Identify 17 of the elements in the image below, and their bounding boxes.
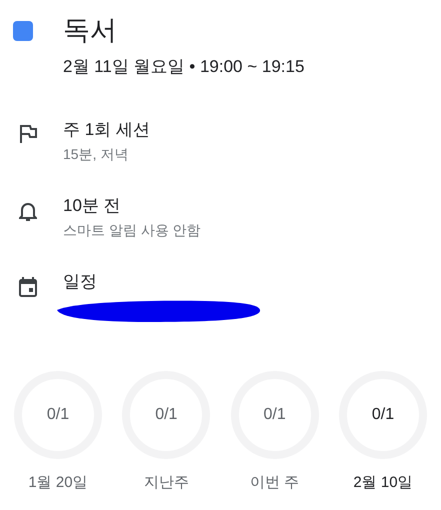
event-title: 독서 — [63, 14, 118, 47]
detail-subtitle: 스마트 알림 사용 안함 — [63, 220, 201, 240]
week-label: 1월 20일 — [28, 472, 88, 492]
detail-title: 주 1회 세션 — [63, 118, 150, 140]
progress-reading: 0/1 — [46, 404, 70, 424]
event-datetime: 2월 11일 월요일 • 19:00 ~ 19:15 — [63, 56, 304, 78]
detail-subtitle: 15분, 저녁 — [63, 144, 130, 164]
week-label: 2월 10일 — [353, 472, 413, 492]
week-label: 지난주 — [144, 472, 189, 492]
detail-title: 10분 전 — [63, 194, 122, 216]
detail-title: 일정 — [63, 270, 98, 292]
calendar-icon — [18, 276, 38, 298]
progress-reading: 0/1 — [155, 404, 178, 424]
flag-icon — [19, 124, 37, 144]
week-label: 이번 주 — [250, 472, 300, 492]
progress-reading: 0/1 — [372, 404, 394, 424]
progress-reading: 0/1 — [264, 404, 286, 424]
